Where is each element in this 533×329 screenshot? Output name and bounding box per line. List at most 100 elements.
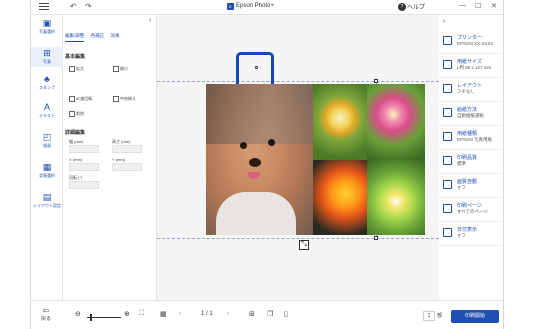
redo-icon[interactable]: ↷ [85,2,92,11]
flower-photo-meadow[interactable] [367,160,425,235]
prev-page-icon[interactable]: ‹ [179,310,181,317]
left-rail: ▣ 写真選択 ⊞ 写真 ♣ スタンプ A テキスト ◰ 描画 ▦ 背景選択 ▤ レイアウト設定 [31,15,63,300]
help-button[interactable]: ? ヘルプ [398,2,425,12]
page-total: 1 [209,311,213,317]
setting-paper-size[interactable]: 用紙サイズL判 89 x 127 mm▾ [439,54,503,78]
delete-tool[interactable]: 削除 [69,111,84,117]
height-field[interactable] [112,145,142,153]
rail-item-shapes[interactable]: ◰ 描画 [31,133,63,149]
auto-correct-icon [443,180,452,189]
print-pages-icon [443,204,452,213]
width-field[interactable] [69,145,99,153]
photo-select-icon: ▣ [42,18,52,28]
resize-handle-top-right[interactable] [374,79,378,83]
setting-paper-type[interactable]: 用紙種類EPSON 写真用紙▾ [439,126,503,150]
edit-tabs: 編集/調整 色補正 効果 [65,33,125,43]
rail-label: 描画 [43,143,51,148]
stamp-icon: ♣ [44,74,50,84]
tab-edit-adjust[interactable]: 編集/調整 [65,33,85,42]
zoom-in-icon[interactable]: ⊕ [124,310,130,318]
rotation-field[interactable] [69,181,99,189]
setting-label: 印刷品質 [457,155,478,161]
rail-item-text[interactable]: A テキスト [31,103,63,119]
setting-label: 画質自動 [457,179,478,185]
center-align-tool[interactable]: 中央揃え [113,96,136,102]
tool-label: 拡大 [76,66,84,72]
undo-icon[interactable]: ↶ [70,2,77,11]
setting-print-quality[interactable]: 印刷品質標準▾ [439,150,503,174]
setting-print-pages[interactable]: 印刷ページすべてのページ▾ [439,198,503,222]
maximize-icon[interactable]: ☐ [475,2,481,10]
fit-screen-icon[interactable]: ⛶ [139,310,144,318]
edit-panel: ‹ 編集/調整 色補正 効果 基本編集 拡大 縮小 90度回転 中央揃え 削除 … [63,15,157,300]
back-button[interactable]: ⇦ 戻る [37,306,55,322]
y-label: Y (mm) [112,157,126,162]
close-icon[interactable]: ✕ [491,2,497,10]
y-field[interactable] [112,163,142,171]
settings-panel: › プリンターEPSON XX-XXXX▾ 用紙サイズL判 89 x 127 m… [439,15,503,300]
add-page-icon[interactable]: ⊞ [249,310,255,318]
flower-photo-yellow[interactable] [313,84,367,160]
rail-label: レイアウト設定 [33,203,61,208]
dog-photo[interactable] [206,84,313,235]
rail-item-photo[interactable]: ⊞ 写真 [31,47,63,67]
x-field[interactable] [69,163,99,171]
x-label: X (mm) [69,157,83,162]
page-current: 1 [201,311,205,317]
move-cursor-icon: ⤡ [299,240,309,250]
delete-icon [69,111,75,117]
grid-icon[interactable]: ▦ [160,310,167,318]
paper-size-icon [443,60,452,69]
setting-label: 用紙サイズ [457,59,482,65]
delete-page-icon[interactable]: ▯ [284,310,288,318]
setting-layout[interactable]: レイアウトフチなし▾ [439,78,503,102]
collapse-panel-icon[interactable]: ‹ [149,17,151,24]
menu-icon[interactable] [39,3,49,11]
copies-label: 部 [437,313,443,319]
rail-label: スタンプ [39,85,55,90]
zoom-in-icon [69,66,75,72]
rail-item-layout[interactable]: ▤ レイアウト設定 [31,193,63,209]
zoom-slider-thumb[interactable] [90,314,92,321]
rotate-handle[interactable] [255,66,258,69]
zoom-in-tool[interactable]: 拡大 [69,66,84,72]
zoom-out-icon [113,66,119,72]
rotate-tool[interactable]: 90度回転 [69,96,92,102]
setting-value: L判 89 x 127 mm [457,65,492,70]
rail-label: テキスト [39,113,55,118]
printer-icon [443,36,452,45]
preview-canvas[interactable]: ⤡ [157,15,439,300]
zoom-out-icon[interactable]: ⊖ [75,310,81,318]
rail-item-photo-select[interactable]: ▣ 写真選択 [31,19,63,35]
setting-paper-source[interactable]: 給紙方法自動給紙選択▾ [439,102,503,126]
title-bar: ↶ ↷ E Epson Photo+ ? ヘルプ — ☐ ✕ [31,0,503,15]
duplicate-page-icon[interactable]: ❐ [267,310,273,318]
tab-effects[interactable]: 効果 [111,33,120,41]
app-logo: E [227,3,234,10]
print-button[interactable]: 印刷開始 [451,310,499,323]
print-quality-icon [443,156,452,165]
rail-item-background[interactable]: ▦ 背景選択 [31,163,63,179]
resize-handle-bottom-right[interactable] [374,236,378,240]
collapse-settings-icon[interactable]: › [443,18,445,25]
flower-photo-pink[interactable] [367,84,425,160]
rail-label: 写真選択 [39,29,55,34]
tool-label: 削除 [76,111,84,117]
setting-auto-correct[interactable]: 画質自動オフ▾ [439,174,503,198]
flower-photo-orange[interactable] [313,160,367,235]
text-icon: A [43,102,50,112]
zoom-out-tool[interactable]: 縮小 [113,66,128,72]
zoom-slider[interactable] [87,317,121,318]
guide-line-bottom [157,238,439,239]
setting-value: オフ [457,233,466,238]
next-page-icon[interactable]: › [227,310,229,317]
setting-printer[interactable]: プリンターEPSON XX-XXXX▾ [439,30,503,54]
tab-color-correct[interactable]: 色補正 [91,33,105,41]
center-align-icon [113,96,119,102]
add-photo-icon: ⊞ [43,48,51,58]
photo-layout[interactable]: ⤡ [206,84,425,250]
setting-value: EPSON 写真用紙 [457,137,493,142]
rail-item-stamp[interactable]: ♣ スタンプ [31,75,63,91]
copies-input[interactable]: 1 [423,311,435,321]
minimize-icon[interactable]: — [459,2,466,9]
